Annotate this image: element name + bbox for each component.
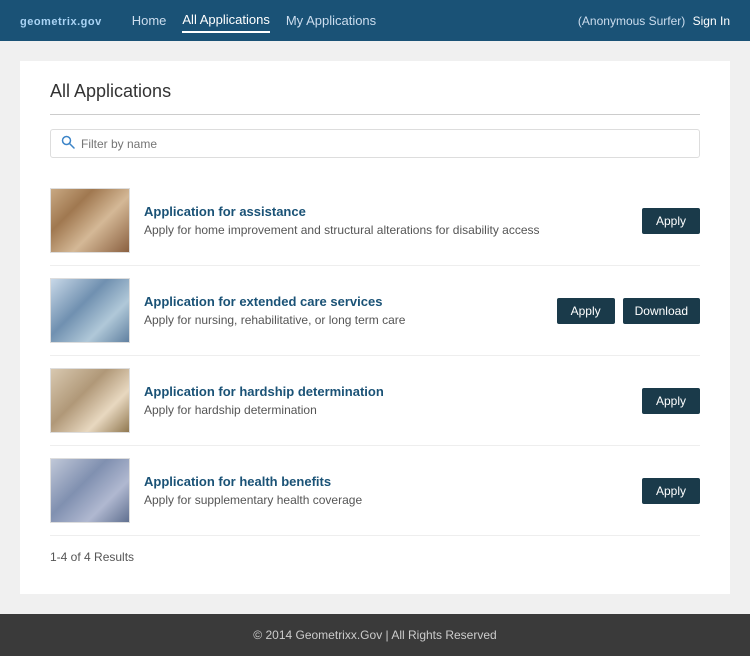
app-actions-4: Apply — [642, 478, 700, 504]
list-item: Application for hardship determination A… — [50, 356, 700, 446]
app-info-4: Application for health benefits Apply fo… — [144, 474, 628, 507]
logo-text: geometrix — [20, 16, 77, 28]
app-actions-3: Apply — [642, 388, 700, 414]
nav-item-my-applications[interactable]: My Applications — [286, 9, 376, 32]
app-title-2[interactable]: Application for extended care services — [144, 294, 543, 309]
app-title-1[interactable]: Application for assistance — [144, 204, 628, 219]
header: geometrix.gov Home All Applications My A… — [0, 0, 750, 41]
app-desc-3: Apply for hardship determination — [144, 403, 628, 417]
sign-in-link[interactable]: Sign In — [693, 14, 730, 28]
app-thumbnail-3 — [50, 368, 130, 433]
page-title: All Applications — [50, 81, 700, 102]
app-title-3[interactable]: Application for hardship determination — [144, 384, 628, 399]
app-desc-1: Apply for home improvement and structura… — [144, 223, 628, 237]
app-actions-2: Apply Download — [557, 298, 700, 324]
content-area: All Applications Application — [0, 41, 750, 614]
app-info-2: Application for extended care services A… — [144, 294, 543, 327]
user-status: (Anonymous Surfer) — [578, 14, 685, 28]
footer: © 2014 Geometrixx.Gov | All Rights Reser… — [0, 614, 750, 656]
app-thumbnail-2 — [50, 278, 130, 343]
apply-button-3[interactable]: Apply — [642, 388, 700, 414]
app-desc-4: Apply for supplementary health coverage — [144, 493, 628, 507]
app-actions-1: Apply — [642, 208, 700, 234]
apply-button-2[interactable]: Apply — [557, 298, 615, 324]
page-wrapper: geometrix.gov Home All Applications My A… — [0, 0, 750, 656]
list-item: Application for extended care services A… — [50, 266, 700, 356]
footer-text: © 2014 Geometrixx.Gov | All Rights Reser… — [253, 628, 496, 642]
app-title-4[interactable]: Application for health benefits — [144, 474, 628, 489]
download-button-2[interactable]: Download — [623, 298, 700, 324]
logo-tld: .gov — [77, 16, 102, 28]
apply-button-1[interactable]: Apply — [642, 208, 700, 234]
nav: Home All Applications My Applications — [132, 8, 376, 33]
logo: geometrix.gov — [20, 12, 102, 30]
search-container — [50, 129, 700, 158]
app-thumbnail-4 — [50, 458, 130, 523]
nav-item-home[interactable]: Home — [132, 9, 167, 32]
app-list: Application for assistance Apply for hom… — [50, 176, 700, 536]
apply-button-4[interactable]: Apply — [642, 478, 700, 504]
content-inner: All Applications Application — [20, 61, 730, 594]
search-input[interactable] — [81, 137, 689, 151]
list-item: Application for assistance Apply for hom… — [50, 176, 700, 266]
app-info-1: Application for assistance Apply for hom… — [144, 204, 628, 237]
list-item: Application for health benefits Apply fo… — [50, 446, 700, 536]
app-info-3: Application for hardship determination A… — [144, 384, 628, 417]
app-thumbnail-1 — [50, 188, 130, 253]
app-desc-2: Apply for nursing, rehabilitative, or lo… — [144, 313, 543, 327]
nav-item-all-applications[interactable]: All Applications — [182, 8, 269, 33]
header-right: (Anonymous Surfer) Sign In — [578, 14, 730, 28]
search-icon — [61, 135, 75, 152]
results-count: 1-4 of 4 Results — [50, 550, 700, 564]
divider — [50, 114, 700, 115]
